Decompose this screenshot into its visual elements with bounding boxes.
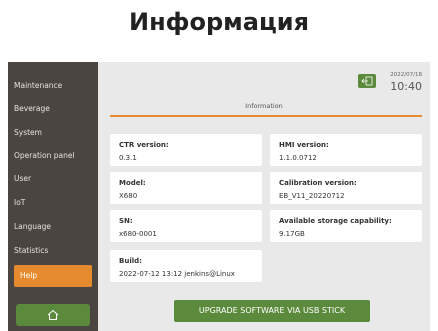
back-icon [361, 76, 373, 86]
ctr-version-label: CTR version: [119, 141, 169, 149]
section-title: Information [245, 102, 283, 110]
home-button[interactable] [16, 304, 90, 326]
sidebar-item-beverage[interactable]: Beverage [8, 98, 98, 120]
model-value: X680 [119, 192, 138, 200]
sn-value: x680-0001 [119, 230, 157, 238]
sidebar-item-statistics[interactable]: Statistics [8, 240, 98, 262]
build-value: 2022-07-12 13:12 jenkins@Linux [119, 270, 235, 278]
storage-label: Available storage capability: [279, 217, 392, 225]
model-label: Model: [119, 179, 146, 187]
calibration-version-label: Calibration version: [279, 179, 357, 187]
home-icon [47, 309, 59, 320]
build-card: Build: 2022-07-12 13:12 jenkins@Linux [110, 250, 262, 282]
sidebar-item-iot[interactable]: IoT [8, 192, 98, 214]
sn-card: SN: x680-0001 [110, 210, 262, 242]
model-card: Model: X680 [110, 172, 262, 204]
device-screen: Maintenance Beverage System Operation pa… [8, 62, 430, 331]
sidebar-item-user[interactable]: User [8, 168, 98, 190]
back-button[interactable] [358, 74, 376, 88]
main-content: 2022/07/18 10:40 Information CTR version… [98, 62, 430, 331]
storage-card: Available storage capability: 9.17GB [270, 210, 422, 242]
sidebar-item-help[interactable]: Help [14, 265, 92, 287]
sidebar-item-operation-panel[interactable]: Operation panel [8, 145, 98, 167]
hmi-version-label: HMI version: [279, 141, 329, 149]
hmi-version-value: 1.1.0.0712 [279, 154, 317, 162]
upgrade-software-button[interactable]: UPGRADE SOFTWARE VIA USB STICK [174, 300, 370, 322]
storage-value: 9.17GB [279, 230, 305, 238]
calibration-version-value: EB_V11_20220712 [279, 192, 345, 200]
sn-label: SN: [119, 217, 133, 225]
calibration-version-card: Calibration version: EB_V11_20220712 [270, 172, 422, 204]
time-display: 10:40 [390, 80, 422, 93]
build-label: Build: [119, 257, 142, 265]
sidebar-item-maintenance[interactable]: Maintenance [8, 75, 98, 97]
hmi-version-card: HMI version: 1.1.0.0712 [270, 134, 422, 166]
section-divider [110, 115, 422, 117]
sidebar-item-system[interactable]: System [8, 122, 98, 144]
ctr-version-value: 0.3.1 [119, 154, 137, 162]
ctr-version-card: CTR version: 0.3.1 [110, 134, 262, 166]
date-display: 2022/07/18 [390, 72, 422, 78]
sidebar: Maintenance Beverage System Operation pa… [8, 62, 98, 331]
sidebar-item-language[interactable]: Language [8, 216, 98, 238]
page-title: Информация [129, 8, 309, 36]
